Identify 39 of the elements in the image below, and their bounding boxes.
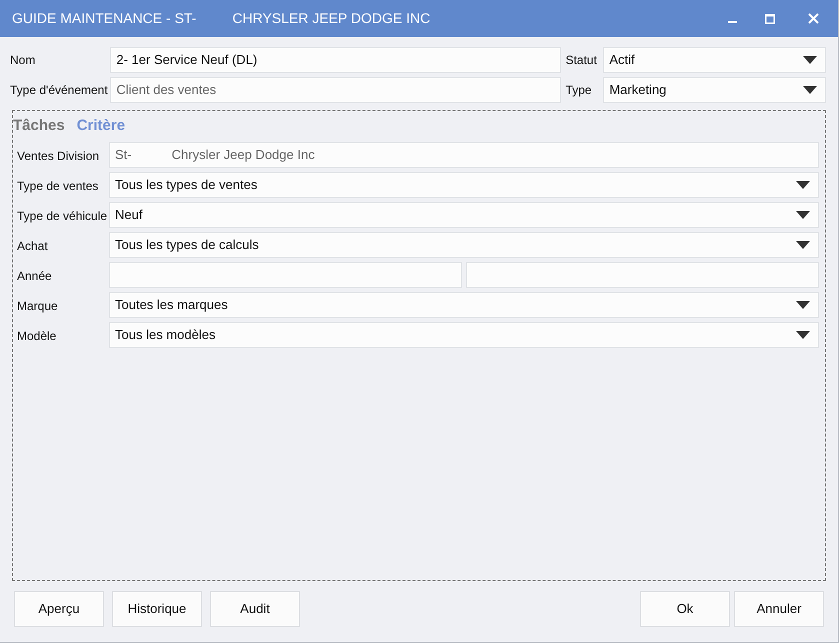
dialog-button[interactable]: Aperçu — [14, 591, 104, 627]
field-label: Type de ventes — [17, 178, 100, 194]
input-field[interactable]: 2- 1er Service Neuf (DL) — [110, 47, 561, 73]
dropdown-field[interactable]: Tous les types de calculs — [109, 232, 819, 258]
input-field[interactable]: St- Chrysler Jeep Dodge Inc — [109, 142, 819, 168]
field-label: Type — [566, 82, 593, 99]
dialog-button[interactable]: Historique — [112, 591, 202, 627]
dropdown-field[interactable]: Neuf — [109, 202, 819, 228]
field-label: Ventes Division — [17, 148, 100, 164]
dropdown-field[interactable]: Tous les types de ventes — [109, 172, 819, 198]
caret-icon — [796, 210, 810, 218]
dialog-button[interactable]: Audit — [210, 591, 300, 627]
field-label: Marque — [17, 298, 59, 314]
field-label: Type de véhicule — [17, 208, 108, 224]
dialog-button[interactable]: Ok — [640, 591, 730, 627]
dropdown-field[interactable]: Toutes les marques — [109, 292, 819, 318]
field-label: Statut — [566, 52, 598, 69]
input-field[interactable]: Client des ventes — [110, 77, 561, 103]
caret-icon — [803, 86, 817, 94]
field-label: Type d'événement — [10, 82, 108, 99]
caret-icon — [796, 300, 810, 308]
dropdown-field[interactable]: Marketing — [603, 77, 826, 103]
tab[interactable]: Tâches — [13, 115, 65, 138]
field-label: Nom — [10, 52, 36, 69]
input-field[interactable] — [466, 262, 819, 288]
field-label: Année — [17, 268, 53, 284]
maximize-icon[interactable] — [765, 14, 775, 24]
window-title: GUIDE MAINTENANCE - ST- CHRYSLER JEEP DODGE INC — [12, 9, 432, 28]
field-label: Achat — [17, 238, 49, 254]
close-icon[interactable] — [808, 13, 819, 24]
caret-icon — [796, 330, 810, 338]
caret-icon — [796, 240, 810, 248]
field-label: Modèle — [17, 328, 58, 344]
caret-icon — [796, 180, 810, 188]
dropdown-field[interactable]: Tous les modèles — [109, 322, 819, 348]
input-field[interactable] — [109, 262, 462, 288]
dropdown-field[interactable]: Actif — [603, 47, 826, 73]
caret-icon — [803, 56, 817, 64]
dialog-button[interactable]: Annuler — [734, 591, 824, 627]
